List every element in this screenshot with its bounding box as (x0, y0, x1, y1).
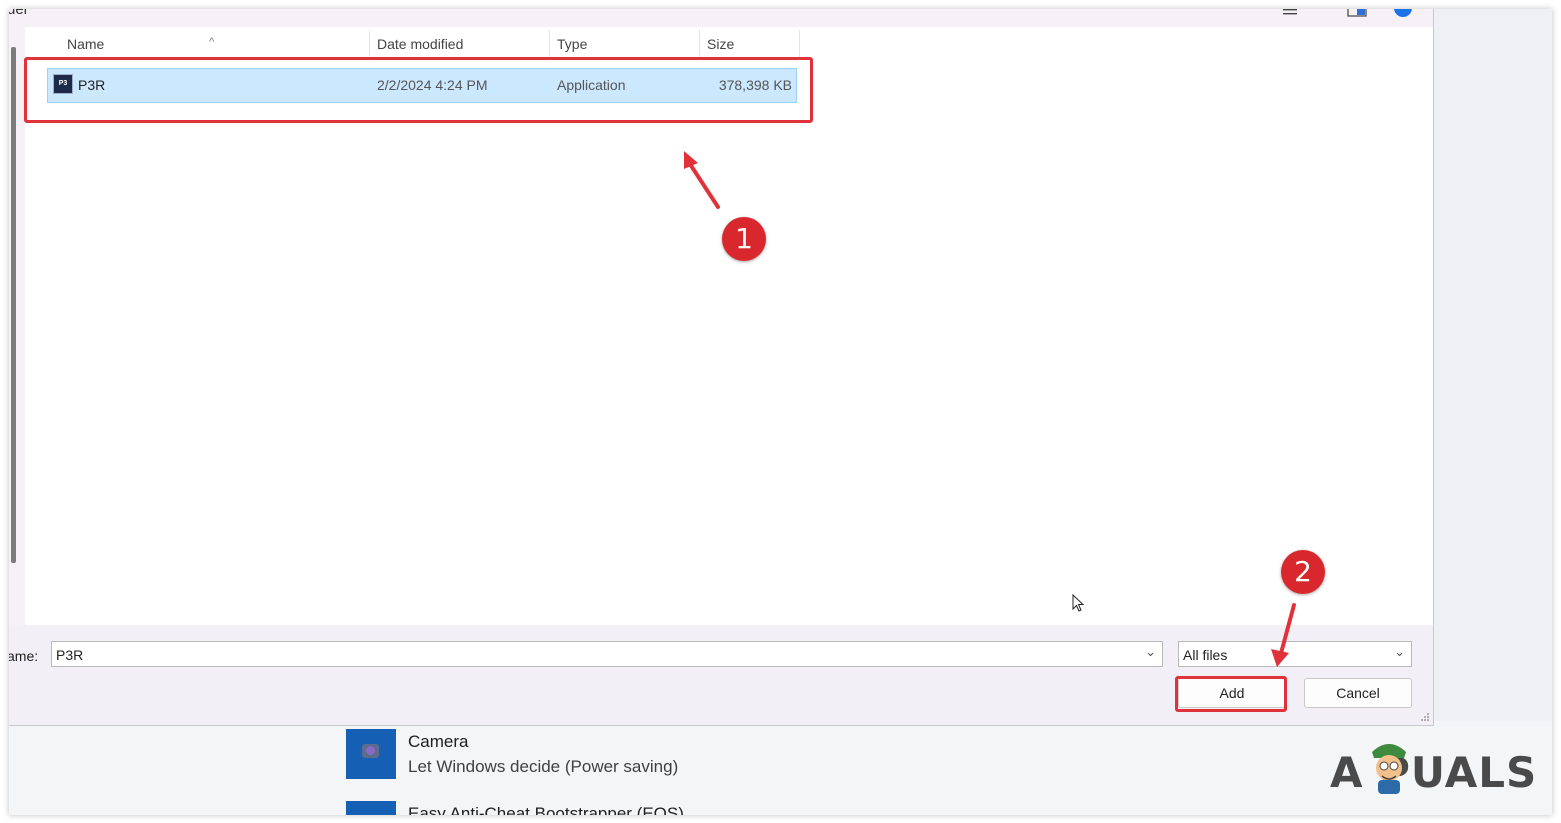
file-type-value: All files (1183, 647, 1228, 663)
filename-value: P3R (56, 647, 84, 663)
cancel-button[interactable]: Cancel (1304, 678, 1412, 708)
column-header-type[interactable]: Type (557, 36, 587, 52)
resize-grip-icon[interactable] (1420, 712, 1430, 722)
chevron-down-icon[interactable]: ⌄ (1145, 644, 1156, 660)
background-item-eac[interactable]: Easy Anti-Cheat Bootstrapper (EOS) (346, 801, 766, 815)
view-menu-icon[interactable] (1282, 9, 1298, 17)
column-header-date-modified[interactable]: Date modified (377, 36, 463, 52)
step-badge-2: 2 (1281, 550, 1325, 594)
column-header-row: ^ Name Date modified Type Size (25, 27, 1433, 61)
preview-pane-icon[interactable] (1347, 9, 1367, 17)
chevron-down-icon[interactable]: ⌄ (1394, 644, 1405, 660)
highlight-box-add-button (1175, 676, 1287, 712)
arrow-step-2-icon (1271, 603, 1296, 667)
mouse-cursor-icon (1072, 594, 1085, 612)
step-badge-1: 1 (722, 217, 766, 261)
screenshot-frame: Camera Let Windows decide (Power saving)… (9, 9, 1552, 815)
camera-icon (346, 729, 396, 779)
background-item-camera[interactable]: Camera Let Windows decide (Power saving) (346, 729, 766, 779)
app-tile-icon (346, 801, 396, 815)
appuals-logo-text: A PUALS (1330, 748, 1538, 797)
filename-combobox[interactable]: P3R ⌄ (51, 641, 1163, 667)
navigation-pane-scrollbar[interactable] (11, 47, 16, 563)
background-app-list: Camera Let Windows decide (Power saving)… (9, 721, 1552, 815)
dialog-title: der (9, 9, 29, 18)
column-header-name[interactable]: Name (67, 36, 104, 52)
help-icon[interactable] (1393, 9, 1413, 17)
filename-label: ame: (9, 648, 39, 664)
sort-ascending-icon: ^ (209, 36, 215, 48)
appuals-logo: A PUALS (1330, 744, 1540, 800)
column-header-size[interactable]: Size (707, 36, 734, 52)
background-item-title: Camera (408, 732, 469, 751)
background-item-title: Easy Anti-Cheat Bootstrapper (EOS) (408, 804, 684, 815)
arrow-step-1-icon (684, 151, 720, 209)
mascot-icon (1372, 744, 1406, 794)
background-item-subtitle: Let Windows decide (Power saving) (408, 757, 679, 776)
highlight-box-file-row (24, 57, 813, 123)
